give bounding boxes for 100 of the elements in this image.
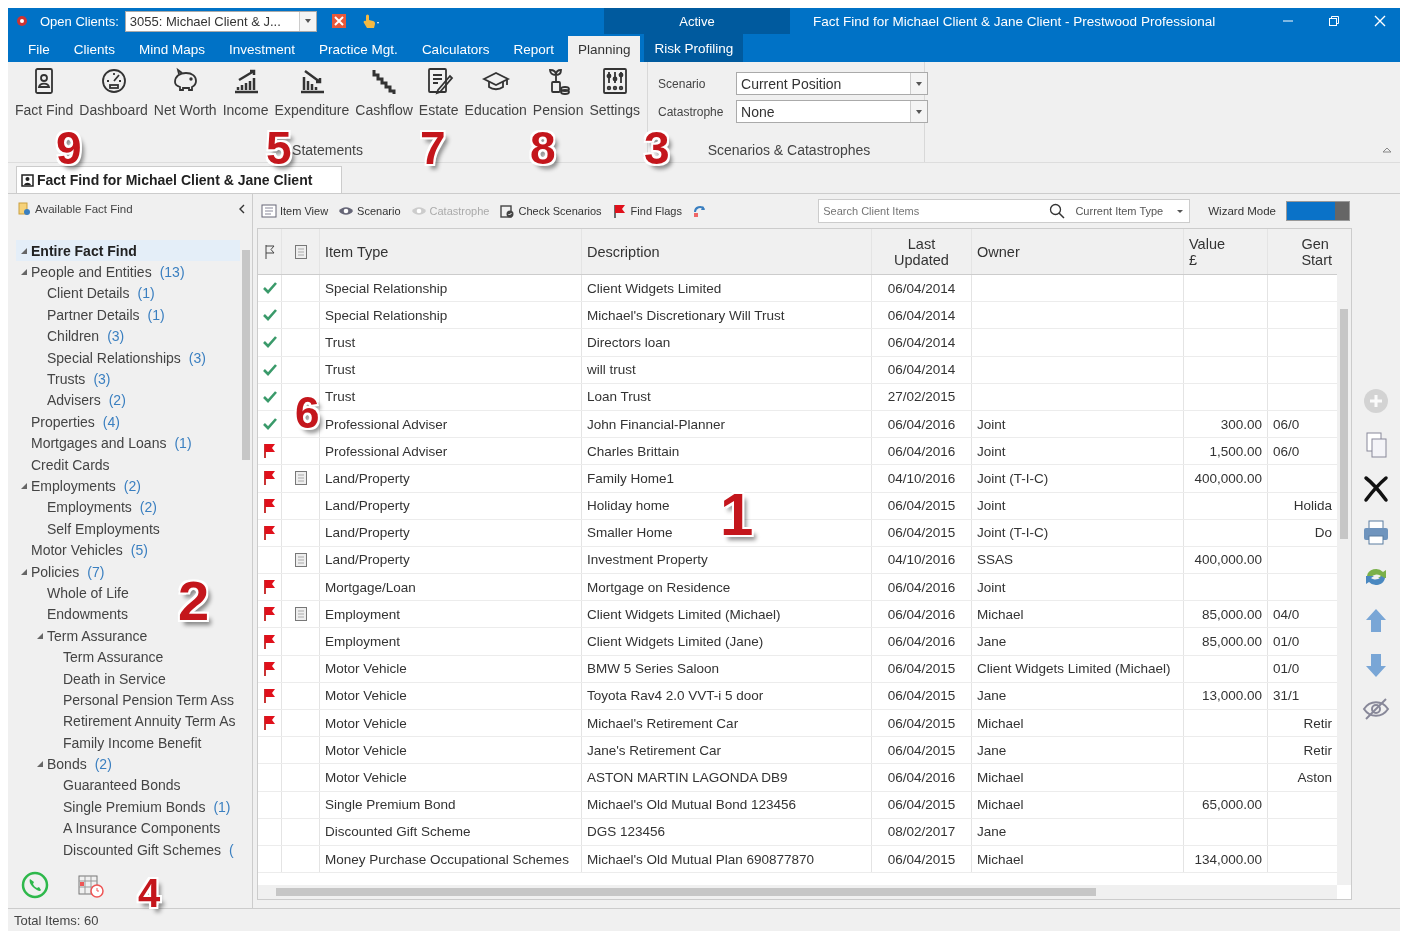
- menu-tab[interactable]: Calculators: [411, 36, 500, 62]
- tree-item[interactable]: People and Entities (13): [16, 261, 189, 283]
- collapse-ribbon-icon[interactable]: [1382, 146, 1392, 154]
- collapse-panel-icon[interactable]: [238, 204, 246, 214]
- tree-item[interactable]: Self Employments: [16, 518, 164, 540]
- ribbon-button[interactable]: Estate: [415, 64, 462, 120]
- document-icon[interactable]: [293, 470, 308, 487]
- toolbar-button[interactable]: Scenario: [338, 204, 401, 218]
- tree-item[interactable]: Entire Fact Find: [16, 240, 240, 262]
- tree-item[interactable]: Death in Service: [16, 667, 170, 690]
- table-cell: Joint: [977, 443, 1006, 459]
- expanded-triangle-icon[interactable]: [36, 631, 44, 640]
- menu-tab[interactable]: Investment: [219, 36, 306, 62]
- close-client-icon[interactable]: [330, 13, 347, 29]
- ribbon-button[interactable]: Net Worth: [150, 64, 220, 120]
- client-dropdown[interactable]: 3055: Michael Client & J...: [124, 10, 317, 32]
- document-icon[interactable]: [293, 606, 308, 623]
- item-type-dropdown[interactable]: Current Item Type: [1069, 205, 1190, 217]
- column-header[interactable]: Last Updated: [872, 229, 972, 274]
- tree-label: Death in Service: [63, 670, 166, 687]
- tree-item[interactable]: Guaranteed Bonds: [16, 774, 185, 797]
- ribbon-button[interactable]: Education: [461, 64, 530, 120]
- tree-item[interactable]: Credit Cards: [16, 453, 114, 476]
- column-header[interactable]: Description: [582, 229, 872, 274]
- tree-item[interactable]: Policies (7): [16, 560, 109, 583]
- menu-tab[interactable]: Mind Maps: [129, 36, 216, 62]
- tree-item[interactable]: Single Premium Bonds (1): [16, 796, 235, 818]
- ribbon-button[interactable]: Settings: [586, 64, 644, 120]
- tree-item[interactable]: Term Assurance: [16, 625, 152, 647]
- column-header[interactable]: Gen Start: [1268, 229, 1337, 274]
- scrollbar[interactable]: [1337, 229, 1351, 885]
- tree-item[interactable]: Special Relationships (3): [16, 346, 210, 369]
- expanded-triangle-icon[interactable]: [36, 760, 44, 769]
- toolbar-button[interactable]: Item View: [261, 204, 329, 218]
- menu-tab[interactable]: Practice Mgt.: [309, 36, 408, 62]
- panel-title: Available Fact Find: [35, 203, 133, 215]
- expanded-triangle-icon[interactable]: [20, 482, 28, 490]
- menu-tab[interactable]: Clients: [63, 36, 126, 62]
- tree-item[interactable]: Term Assurance: [16, 646, 168, 668]
- tree-item[interactable]: Employments (2): [16, 496, 161, 519]
- printer-icon[interactable]: [1361, 518, 1391, 548]
- search-icon[interactable]: [1049, 203, 1066, 219]
- ribbon-button[interactable]: Cashflow: [352, 64, 416, 120]
- document-tab[interactable]: Fact Find for Michael Client & Jane Client: [16, 166, 342, 193]
- tree-item[interactable]: Bonds (2): [16, 753, 116, 775]
- ribbon-button[interactable]: Income: [219, 64, 272, 120]
- restore-icon[interactable]: [1328, 15, 1340, 27]
- document-gear-icon: [18, 202, 31, 216]
- item-count: (1): [137, 285, 155, 302]
- item-count: (2): [108, 392, 126, 409]
- tree-item[interactable]: Family Income Benefit: [16, 732, 206, 754]
- tree-item[interactable]: Mortgages and Loans (1): [16, 432, 196, 454]
- tree-item[interactable]: Partner Details (1): [16, 304, 169, 326]
- search-field[interactable]: Search Client Items Current Item Type: [818, 199, 1191, 223]
- menu-tab[interactable]: Risk Profiling: [644, 34, 744, 62]
- tree-item[interactable]: Trusts (3): [16, 368, 115, 390]
- tree-item[interactable]: Personal Pension Term Ass: [16, 689, 238, 711]
- toolbar-button[interactable]: Find Flags: [611, 204, 682, 218]
- expanded-triangle-icon[interactable]: [20, 268, 28, 277]
- tree-item[interactable]: Retirement Annuity Term As: [16, 710, 240, 732]
- eye-icon: [338, 204, 355, 218]
- tree-item[interactable]: Employments (2): [16, 475, 145, 497]
- table-cell: 06/04/2014: [887, 334, 956, 350]
- table-cell: Michael: [977, 851, 1024, 867]
- ribbon-button[interactable]: Fact Find: [12, 64, 77, 120]
- menu-tab[interactable]: Planning: [567, 36, 641, 62]
- catastrophe-dropdown[interactable]: None: [736, 100, 929, 123]
- column-header[interactable]: Item Type: [320, 229, 582, 274]
- table-cell: 06/04/2014: [887, 362, 956, 378]
- table-cell: 300.00: [1220, 416, 1262, 432]
- menu-tab[interactable]: Report: [503, 36, 564, 62]
- menu-tab[interactable]: File: [18, 36, 60, 62]
- ribbon-button[interactable]: Dashboard: [76, 64, 151, 120]
- column-header[interactable]: Value £: [1184, 229, 1268, 274]
- tree-item[interactable]: Client Details (1): [16, 282, 159, 305]
- expanded-triangle-icon[interactable]: [20, 246, 28, 255]
- tree-item[interactable]: Motor Vehicles (5): [16, 539, 152, 561]
- column-header[interactable]: Owner: [972, 229, 1184, 274]
- tree-item[interactable]: Discounted Gift Schemes (: [16, 838, 238, 861]
- tree-item[interactable]: Advisers (2): [16, 389, 130, 412]
- tree-item[interactable]: Properties (4): [16, 411, 124, 433]
- delete-icon[interactable]: [1361, 474, 1391, 504]
- wizard-mode-toggle[interactable]: [1286, 201, 1350, 221]
- table-cell: Jane: [977, 742, 1007, 758]
- close-icon[interactable]: [1374, 15, 1386, 27]
- tree-item[interactable]: Endowments: [16, 603, 132, 626]
- tree-item[interactable]: Children (3): [16, 325, 129, 347]
- tree-label: Properties: [31, 413, 95, 430]
- refresh-icon[interactable]: [691, 204, 708, 218]
- tree-label: Employments: [31, 478, 116, 494]
- ribbon-button[interactable]: Pension: [529, 64, 587, 120]
- ribbon-button[interactable]: Expenditure: [271, 64, 353, 120]
- document-icon[interactable]: [293, 551, 308, 568]
- tree-item[interactable]: A Insurance Components: [16, 817, 225, 839]
- scrollbar[interactable]: [258, 885, 1337, 899]
- phone-chat-icon[interactable]: [20, 870, 50, 900]
- toolbar-button[interactable]: Check Scenarios: [499, 204, 602, 218]
- scenario-dropdown[interactable]: Current Position: [736, 72, 929, 95]
- expanded-triangle-icon[interactable]: [20, 567, 28, 576]
- tree-item[interactable]: Whole of Life: [16, 582, 133, 604]
